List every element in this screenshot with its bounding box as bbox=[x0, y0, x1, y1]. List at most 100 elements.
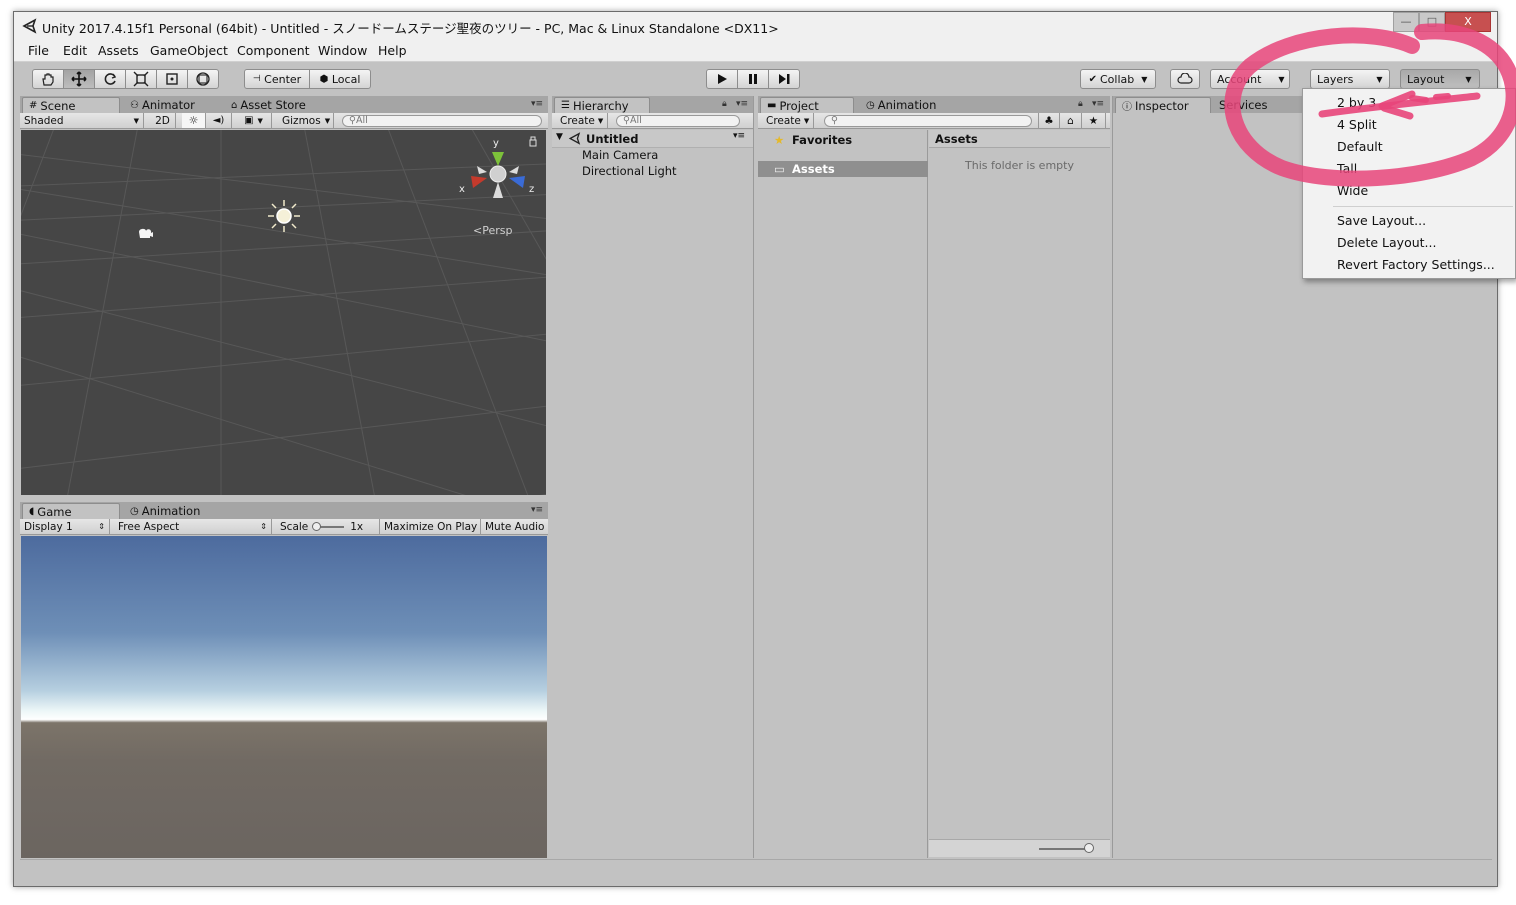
tab-animator[interactable]: ⚇ Animator bbox=[124, 97, 195, 113]
step-button[interactable] bbox=[768, 69, 800, 89]
scale-tool-button[interactable] bbox=[125, 69, 157, 89]
layers-dropdown[interactable]: Layers ▼ bbox=[1310, 69, 1390, 89]
tab-inspector[interactable]: ⓘ Inspector bbox=[1115, 97, 1211, 113]
slider-track[interactable] bbox=[312, 521, 345, 531]
tab-game[interactable]: ◖ Game bbox=[22, 503, 120, 519]
close-button[interactable]: X bbox=[1445, 12, 1491, 32]
panel-menu-icon[interactable]: ▾≡ bbox=[736, 99, 748, 109]
menu-component[interactable]: Component bbox=[237, 43, 310, 58]
scene-panel: # Scene ⚇ Animator ⌂ Asset Store ▾≡ Shad… bbox=[20, 96, 548, 498]
game-viewport[interactable] bbox=[21, 536, 547, 858]
pivot-center-icon: ⊣ bbox=[252, 74, 261, 84]
menu-edit[interactable]: Edit bbox=[63, 43, 87, 58]
scene-audio-toggle[interactable]: ◄) bbox=[206, 113, 232, 128]
pause-button[interactable] bbox=[737, 69, 769, 89]
revert-factory-settings-item[interactable]: Revert Factory Settings... bbox=[1337, 257, 1495, 272]
tab-asset-store[interactable]: ⌂ Asset Store bbox=[225, 97, 306, 113]
move-tool-button[interactable] bbox=[63, 69, 95, 89]
play-button[interactable] bbox=[706, 69, 738, 89]
menu-help[interactable]: Help bbox=[378, 43, 407, 58]
clock-icon: ◷ bbox=[866, 99, 875, 111]
transform-tool-button[interactable] bbox=[187, 69, 219, 89]
layout-option-default[interactable]: Default bbox=[1337, 139, 1383, 154]
icon-size-slider[interactable] bbox=[1039, 848, 1089, 850]
slider-thumb[interactable] bbox=[1084, 843, 1094, 853]
image-icon: ▣ bbox=[244, 115, 254, 126]
shading-mode-dropdown[interactable]: Shaded ▼ bbox=[20, 113, 144, 128]
panel-menu-icon[interactable]: ▾≡ bbox=[1092, 99, 1104, 109]
collab-button[interactable]: ✔ Collab ▼ bbox=[1080, 69, 1156, 89]
projection-label[interactable]: <Persp bbox=[473, 224, 512, 237]
layout-option-wide[interactable]: Wide bbox=[1337, 183, 1368, 198]
menu-window[interactable]: Window bbox=[318, 43, 367, 58]
minimize-button[interactable]: — bbox=[1393, 12, 1419, 32]
lock-icon[interactable]: 🔒︎ bbox=[722, 99, 727, 109]
hierarchy-item[interactable]: Directional Light bbox=[582, 164, 677, 178]
local-cube-icon: ⬢ bbox=[319, 73, 329, 85]
hierarchy-item[interactable]: Main Camera bbox=[582, 148, 658, 162]
scene-lighting-toggle[interactable]: ☼ bbox=[182, 113, 206, 128]
scene-orientation-gizmo[interactable]: y x z bbox=[457, 136, 546, 206]
rotate-tool-button[interactable] bbox=[94, 69, 126, 89]
up-down-icon: ⇕ bbox=[260, 522, 267, 531]
layout-option-2-by-3[interactable]: 2 by 3 bbox=[1337, 95, 1376, 110]
delete-layout-item[interactable]: Delete Layout... bbox=[1337, 235, 1436, 250]
slider-thumb[interactable] bbox=[312, 521, 322, 531]
scene-effects-dropdown[interactable]: ▣ ▼ bbox=[236, 113, 272, 128]
mute-audio-toggle[interactable]: Mute Audio bbox=[481, 519, 548, 534]
expand-triangle-icon[interactable]: ▼ bbox=[556, 132, 563, 142]
tab-animation[interactable]: ◷ Animation bbox=[124, 503, 200, 519]
hierarchy-create-dropdown[interactable]: Create ▼ bbox=[556, 113, 608, 128]
scene-options-icon[interactable]: ▾≡ bbox=[733, 131, 745, 141]
maximize-on-play-toggle[interactable]: Maximize On Play bbox=[380, 519, 481, 534]
layout-option-tall[interactable]: Tall bbox=[1337, 161, 1357, 176]
hierarchy-search-input[interactable]: ⚲All bbox=[616, 115, 740, 127]
tab-project[interactable]: ▬ Project bbox=[760, 97, 854, 113]
display-dropdown[interactable]: Display 1 ⇕ bbox=[20, 519, 110, 534]
gizmos-dropdown[interactable]: Gizmos ▼ bbox=[278, 113, 334, 128]
menu-gameobject[interactable]: GameObject bbox=[150, 43, 228, 58]
shapes-icon: ♣ bbox=[1044, 114, 1054, 127]
mode-2d-toggle[interactable]: 2D bbox=[150, 113, 176, 128]
menu-file[interactable]: File bbox=[28, 43, 49, 58]
account-dropdown[interactable]: Account ▼ bbox=[1210, 69, 1290, 89]
pivot-center-button[interactable]: ⊣ Center bbox=[244, 69, 310, 89]
aspect-dropdown[interactable]: Free Aspect ⇕ bbox=[114, 519, 272, 534]
lock-icon bbox=[529, 136, 537, 147]
tab-project-animation[interactable]: ◷ Animation bbox=[860, 97, 936, 113]
grid-icon: # bbox=[29, 100, 38, 111]
panel-menu-icon[interactable]: ▾≡ bbox=[531, 505, 543, 515]
scale-slider[interactable]: Scale 1x bbox=[276, 519, 380, 534]
project-search-input[interactable]: ⚲ bbox=[824, 115, 1032, 127]
maximize-button[interactable]: □ bbox=[1419, 12, 1445, 32]
check-icon: ✔ bbox=[1088, 73, 1097, 85]
layout-option-4-split[interactable]: 4 Split bbox=[1337, 117, 1377, 132]
assets-folder-row[interactable]: ▭ Assets bbox=[758, 161, 928, 177]
project-create-dropdown[interactable]: Create ▼ bbox=[762, 113, 814, 128]
filter-label-button[interactable]: ⌂ bbox=[1060, 113, 1082, 128]
layers-label: Layers bbox=[1317, 72, 1354, 86]
scene-root-row[interactable]: ▼ Untitled ▾≡ bbox=[552, 130, 753, 148]
scene-viewport[interactable]: y x z <Persp bbox=[21, 130, 546, 495]
hand-tool-button[interactable] bbox=[32, 69, 64, 89]
assets-header-label: Assets bbox=[935, 132, 978, 146]
hierarchy-tabstrip: ☰ Hierarchy 🔒︎ ▾≡ bbox=[552, 96, 753, 113]
tab-services[interactable]: Services bbox=[1213, 97, 1268, 113]
rect-tool-button[interactable] bbox=[156, 69, 188, 89]
panel-menu-icon[interactable]: ▾≡ bbox=[531, 99, 543, 109]
favorites-label[interactable]: Favorites bbox=[792, 133, 852, 147]
favorite-search-button[interactable]: ★ bbox=[1082, 113, 1106, 128]
tab-scene[interactable]: # Scene bbox=[22, 97, 120, 113]
layout-dropdown[interactable]: Layout ▼ bbox=[1400, 69, 1480, 89]
cloud-button[interactable] bbox=[1170, 69, 1200, 89]
save-layout-item[interactable]: Save Layout... bbox=[1337, 213, 1426, 228]
camera-icon bbox=[139, 228, 153, 238]
filter-type-button[interactable]: ♣ bbox=[1038, 113, 1060, 128]
menu-assets[interactable]: Assets bbox=[98, 43, 139, 58]
scene-search-input[interactable]: ⚲All bbox=[342, 115, 542, 127]
layout-dropdown-menu: 2 by 3 4 Split Default Tall Wide Save La… bbox=[1302, 88, 1516, 279]
space-local-button[interactable]: ⬢ Local bbox=[309, 69, 371, 89]
lock-icon[interactable]: 🔒︎ bbox=[1078, 99, 1083, 109]
hierarchy-panel: ☰ Hierarchy 🔒︎ ▾≡ Create ▼ ⚲All ▼ Untitl… bbox=[552, 96, 754, 858]
tab-hierarchy[interactable]: ☰ Hierarchy bbox=[554, 97, 650, 113]
